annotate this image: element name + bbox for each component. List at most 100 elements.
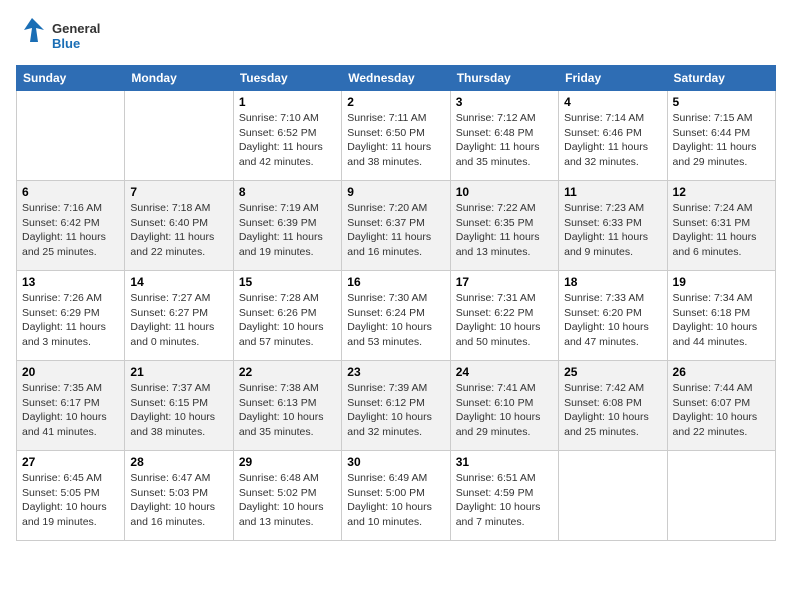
calendar-cell: 26 Sunrise: 7:44 AM Sunset: 6:07 PM Dayli… [667, 361, 775, 451]
day-info: Sunrise: 7:27 AM Sunset: 6:27 PM Dayligh… [130, 291, 227, 350]
calendar-cell: 30 Sunrise: 6:49 AM Sunset: 5:00 PM Dayli… [342, 451, 450, 541]
calendar-cell: 23 Sunrise: 7:39 AM Sunset: 6:12 PM Dayli… [342, 361, 450, 451]
day-number: 13 [22, 275, 119, 289]
day-info: Sunrise: 7:44 AM Sunset: 6:07 PM Dayligh… [673, 381, 770, 440]
day-number: 5 [673, 95, 770, 109]
weekday-header: Sunday [17, 66, 125, 91]
calendar-table: SundayMondayTuesdayWednesdayThursdayFrid… [16, 65, 776, 541]
day-info: Sunrise: 7:31 AM Sunset: 6:22 PM Dayligh… [456, 291, 553, 350]
day-number: 23 [347, 365, 444, 379]
day-info: Sunrise: 7:41 AM Sunset: 6:10 PM Dayligh… [456, 381, 553, 440]
calendar-cell: 25Sunrise: 7:42 AM Sunset: 6:08 PM Dayli… [559, 361, 667, 451]
calendar-cell: 28Sunrise: 6:47 AM Sunset: 5:03 PM Dayli… [125, 451, 233, 541]
day-number: 29 [239, 455, 336, 469]
logo-line2: Blue [52, 37, 100, 52]
day-info: Sunrise: 6:48 AM Sunset: 5:02 PM Dayligh… [239, 471, 336, 530]
calendar-cell: 11 Sunrise: 7:23 AM Sunset: 6:33 PM Dayli… [559, 181, 667, 271]
day-info: Sunrise: 7:15 AM Sunset: 6:44 PM Dayligh… [673, 111, 770, 170]
day-info: Sunrise: 7:11 AM Sunset: 6:50 PM Dayligh… [347, 111, 444, 170]
calendar-cell: 22 Sunrise: 7:38 AM Sunset: 6:13 PM Dayli… [233, 361, 341, 451]
calendar-cell [559, 451, 667, 541]
day-number: 20 [22, 365, 119, 379]
calendar-cell: 29 Sunrise: 6:48 AM Sunset: 5:02 PM Dayli… [233, 451, 341, 541]
calendar-cell: 9 Sunrise: 7:20 AM Sunset: 6:37 PM Daylig… [342, 181, 450, 271]
day-number: 18 [564, 275, 661, 289]
day-info: Sunrise: 6:45 AM Sunset: 5:05 PM Dayligh… [22, 471, 119, 530]
day-number: 12 [673, 185, 770, 199]
day-info: Sunrise: 7:35 AM Sunset: 6:17 PM Dayligh… [22, 381, 119, 440]
calendar-week-row: 1 Sunrise: 7:10 AM Sunset: 6:52 PM Daylig… [17, 91, 776, 181]
calendar-cell: 6Sunrise: 7:16 AM Sunset: 6:42 PM Daylig… [17, 181, 125, 271]
day-info: Sunrise: 7:30 AM Sunset: 6:24 PM Dayligh… [347, 291, 444, 350]
day-info: Sunrise: 7:33 AM Sunset: 6:20 PM Dayligh… [564, 291, 661, 350]
day-number: 11 [564, 185, 661, 199]
day-info: Sunrise: 7:12 AM Sunset: 6:48 PM Dayligh… [456, 111, 553, 170]
day-info: Sunrise: 7:23 AM Sunset: 6:33 PM Dayligh… [564, 201, 661, 260]
calendar-week-row: 13 Sunrise: 7:26 AM Sunset: 6:29 PM Dayli… [17, 271, 776, 361]
weekday-header: Friday [559, 66, 667, 91]
day-number: 30 [347, 455, 444, 469]
day-info: Sunrise: 7:19 AM Sunset: 6:39 PM Dayligh… [239, 201, 336, 260]
calendar-cell: 13 Sunrise: 7:26 AM Sunset: 6:29 PM Dayli… [17, 271, 125, 361]
day-info: Sunrise: 7:39 AM Sunset: 6:12 PM Dayligh… [347, 381, 444, 440]
day-info: Sunrise: 7:20 AM Sunset: 6:37 PM Dayligh… [347, 201, 444, 260]
weekday-header: Thursday [450, 66, 558, 91]
day-number: 19 [673, 275, 770, 289]
day-info: Sunrise: 6:49 AM Sunset: 5:00 PM Dayligh… [347, 471, 444, 530]
day-number: 26 [673, 365, 770, 379]
calendar-cell: 5 Sunrise: 7:15 AM Sunset: 6:44 PM Daylig… [667, 91, 775, 181]
day-info: Sunrise: 6:51 AM Sunset: 4:59 PM Dayligh… [456, 471, 553, 530]
day-number: 24 [456, 365, 553, 379]
weekday-header: Saturday [667, 66, 775, 91]
calendar-cell: 1 Sunrise: 7:10 AM Sunset: 6:52 PM Daylig… [233, 91, 341, 181]
day-number: 3 [456, 95, 553, 109]
calendar-cell: 12Sunrise: 7:24 AM Sunset: 6:31 PM Dayli… [667, 181, 775, 271]
calendar-cell: 19 Sunrise: 7:34 AM Sunset: 6:18 PM Dayli… [667, 271, 775, 361]
day-number: 4 [564, 95, 661, 109]
day-info: Sunrise: 7:14 AM Sunset: 6:46 PM Dayligh… [564, 111, 661, 170]
page-header: General Blue [16, 16, 776, 57]
calendar-cell: 20 Sunrise: 7:35 AM Sunset: 6:17 PM Dayli… [17, 361, 125, 451]
calendar-cell: 14 Sunrise: 7:27 AM Sunset: 6:27 PM Dayli… [125, 271, 233, 361]
day-number: 10 [456, 185, 553, 199]
day-info: Sunrise: 7:38 AM Sunset: 6:13 PM Dayligh… [239, 381, 336, 440]
day-number: 16 [347, 275, 444, 289]
calendar-cell: 16 Sunrise: 7:30 AM Sunset: 6:24 PM Dayli… [342, 271, 450, 361]
calendar-cell: 18 Sunrise: 7:33 AM Sunset: 6:20 PM Dayli… [559, 271, 667, 361]
calendar-cell [125, 91, 233, 181]
day-number: 15 [239, 275, 336, 289]
weekday-header: Monday [125, 66, 233, 91]
day-number: 27 [22, 455, 119, 469]
calendar-cell: 27 Sunrise: 6:45 AM Sunset: 5:05 PM Dayli… [17, 451, 125, 541]
day-info: Sunrise: 7:37 AM Sunset: 6:15 PM Dayligh… [130, 381, 227, 440]
calendar-cell [667, 451, 775, 541]
day-info: Sunrise: 7:28 AM Sunset: 6:26 PM Dayligh… [239, 291, 336, 350]
calendar-week-row: 20 Sunrise: 7:35 AM Sunset: 6:17 PM Dayli… [17, 361, 776, 451]
day-info: Sunrise: 7:10 AM Sunset: 6:52 PM Dayligh… [239, 111, 336, 170]
calendar-cell [17, 91, 125, 181]
logo: General Blue [16, 16, 100, 57]
day-info: Sunrise: 7:18 AM Sunset: 6:40 PM Dayligh… [130, 201, 227, 260]
day-info: Sunrise: 7:26 AM Sunset: 6:29 PM Dayligh… [22, 291, 119, 350]
calendar-cell: 8 Sunrise: 7:19 AM Sunset: 6:39 PM Daylig… [233, 181, 341, 271]
calendar-week-row: 6Sunrise: 7:16 AM Sunset: 6:42 PM Daylig… [17, 181, 776, 271]
calendar-cell: 21Sunrise: 7:37 AM Sunset: 6:15 PM Dayli… [125, 361, 233, 451]
day-number: 31 [456, 455, 553, 469]
day-number: 9 [347, 185, 444, 199]
day-info: Sunrise: 7:22 AM Sunset: 6:35 PM Dayligh… [456, 201, 553, 260]
day-info: Sunrise: 7:34 AM Sunset: 6:18 PM Dayligh… [673, 291, 770, 350]
calendar-week-row: 27 Sunrise: 6:45 AM Sunset: 5:05 PM Dayli… [17, 451, 776, 541]
calendar-cell: 4 Sunrise: 7:14 AM Sunset: 6:46 PM Daylig… [559, 91, 667, 181]
day-number: 8 [239, 185, 336, 199]
calendar-cell: 2Sunrise: 7:11 AM Sunset: 6:50 PM Daylig… [342, 91, 450, 181]
logo-line1: General [52, 22, 100, 37]
day-number: 1 [239, 95, 336, 109]
calendar-cell: 31 Sunrise: 6:51 AM Sunset: 4:59 PM Dayli… [450, 451, 558, 541]
day-number: 6 [22, 185, 119, 199]
day-info: Sunrise: 6:47 AM Sunset: 5:03 PM Dayligh… [130, 471, 227, 530]
day-number: 14 [130, 275, 227, 289]
weekday-header: Wednesday [342, 66, 450, 91]
day-number: 22 [239, 365, 336, 379]
calendar-cell: 3 Sunrise: 7:12 AM Sunset: 6:48 PM Daylig… [450, 91, 558, 181]
logo-container: General Blue [16, 16, 100, 57]
